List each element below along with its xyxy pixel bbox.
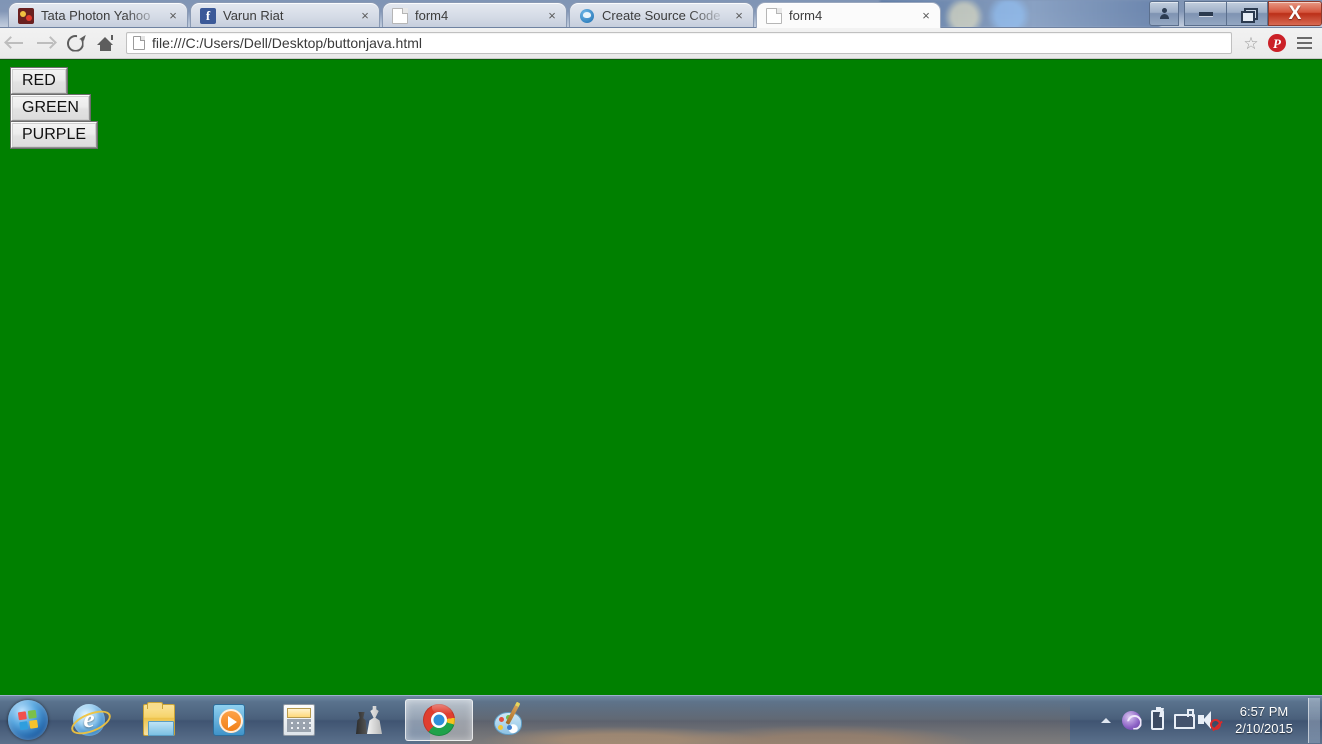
taskbar-item-windows-media-player[interactable]	[195, 699, 263, 741]
start-button[interactable]	[2, 697, 54, 743]
purple-button[interactable]: PURPLE	[11, 122, 97, 148]
close-icon: X	[1289, 4, 1302, 23]
minimize-icon	[1199, 12, 1213, 16]
folder-icon	[143, 704, 175, 736]
window-caption-buttons: X	[1149, 0, 1322, 28]
arrow-right-icon	[36, 36, 55, 50]
restore-icon	[1241, 8, 1254, 19]
green-button[interactable]: GREEN	[11, 95, 90, 121]
reload-button[interactable]	[60, 28, 90, 58]
browser-tab-4[interactable]: form4 ×	[756, 2, 941, 28]
minimize-button[interactable]	[1184, 1, 1226, 26]
url-text[interactable]: file:///C:/Users/Dell/Desktop/buttonjava…	[152, 35, 1225, 51]
palette-dot	[507, 725, 512, 730]
tray-item-battery[interactable]	[1144, 705, 1170, 735]
calculator-icon	[283, 704, 315, 736]
home-icon	[97, 36, 114, 51]
page-document-icon	[133, 36, 145, 50]
show-desktop-button[interactable]	[1308, 698, 1320, 743]
document-icon	[766, 8, 782, 24]
user-account-button[interactable]	[1149, 1, 1179, 26]
close-window-button[interactable]: X	[1268, 1, 1322, 26]
battery-icon	[1151, 710, 1164, 730]
browser-tab-2[interactable]: form4 ×	[382, 2, 567, 28]
facebook-icon: f	[200, 8, 216, 24]
palette-dot	[499, 717, 504, 722]
tab-close-icon[interactable]: ×	[357, 8, 373, 24]
tab-title: Varun Riat	[223, 8, 353, 23]
tab-title: Create Source Code	[602, 8, 727, 23]
browser-toolbar: file:///C:/Users/Dell/Desktop/buttonjava…	[0, 28, 1322, 59]
tray-item-network[interactable]	[1170, 705, 1196, 735]
system-tray: 6:57 PM 2/10/2015	[1094, 696, 1322, 744]
red-button[interactable]: RED	[11, 68, 67, 94]
network-icon	[1174, 712, 1193, 729]
reload-icon	[67, 35, 84, 52]
tab-title: form4	[415, 8, 540, 23]
taskbar-item-windows-explorer[interactable]	[125, 699, 193, 741]
clock[interactable]: 6:57 PM 2/10/2015	[1222, 696, 1306, 744]
tab-strip: Tata Photon Yahoo × f Varun Riat × form4…	[0, 0, 1322, 28]
taskbar-item-internet-explorer[interactable]	[55, 699, 123, 741]
chrome-menu-button[interactable]	[1290, 30, 1318, 56]
bookmark-button[interactable]: ☆	[1238, 30, 1264, 56]
hamburger-line	[1297, 47, 1312, 49]
chevron-up-icon	[1101, 718, 1111, 723]
palette-dot	[506, 715, 511, 720]
taskbar-item-chess-titans[interactable]	[335, 699, 403, 741]
chess-icon	[353, 704, 385, 736]
volume-muted-icon	[1198, 711, 1220, 729]
star-icon: ☆	[1243, 35, 1258, 52]
tab-close-icon[interactable]: ×	[165, 8, 181, 24]
browser-tab-0[interactable]: Tata Photon Yahoo ×	[8, 2, 188, 28]
windows-logo-icon	[8, 700, 48, 740]
clock-date: 2/10/2015	[1235, 721, 1293, 736]
chrome-icon	[423, 704, 455, 736]
browser-tab-3[interactable]: Create Source Code ×	[569, 2, 754, 28]
document-icon	[392, 8, 408, 24]
taskbar-item-google-chrome[interactable]	[405, 699, 473, 741]
show-hidden-icons-button[interactable]	[1094, 705, 1118, 735]
tab-title: Tata Photon Yahoo	[41, 8, 161, 23]
tray-item-bittorrent[interactable]	[1118, 705, 1144, 735]
tab-close-icon[interactable]: ×	[918, 8, 934, 24]
browser-window: Tata Photon Yahoo × f Varun Riat × form4…	[0, 0, 1322, 695]
tray-item-volume[interactable]	[1196, 705, 1222, 735]
internet-explorer-icon	[73, 704, 105, 736]
hamburger-line	[1297, 42, 1312, 44]
tab-title: form4	[789, 8, 914, 23]
user-icon	[1160, 8, 1169, 19]
windows-taskbar: 6:57 PM 2/10/2015	[0, 695, 1322, 744]
hamburger-line	[1297, 37, 1312, 39]
browser-tab-1[interactable]: f Varun Riat ×	[190, 2, 380, 28]
media-player-icon	[213, 704, 245, 736]
home-button[interactable]	[90, 28, 120, 58]
back-button[interactable]	[0, 28, 30, 58]
bittorrent-icon	[1122, 711, 1141, 730]
tab-close-icon[interactable]: ×	[544, 8, 560, 24]
clock-time: 6:57 PM	[1240, 704, 1288, 719]
address-bar[interactable]: file:///C:/Users/Dell/Desktop/buttonjava…	[126, 32, 1232, 54]
taskbar-item-calculator[interactable]	[265, 699, 333, 741]
yahoo-icon	[18, 8, 34, 24]
taskbar-item-paint[interactable]	[475, 699, 543, 741]
restore-button[interactable]	[1226, 1, 1268, 26]
paint-palette-icon	[493, 704, 525, 736]
pinterest-icon: P	[1268, 34, 1286, 52]
page-content-area: RED GREEN PURPLE	[0, 60, 1322, 695]
palette-dot	[498, 725, 503, 730]
droplet-icon	[579, 8, 595, 24]
arrow-left-icon	[6, 36, 25, 50]
forward-button[interactable]	[30, 28, 60, 58]
tab-close-icon[interactable]: ×	[731, 8, 747, 24]
pinterest-extension-button[interactable]: P	[1264, 30, 1290, 56]
